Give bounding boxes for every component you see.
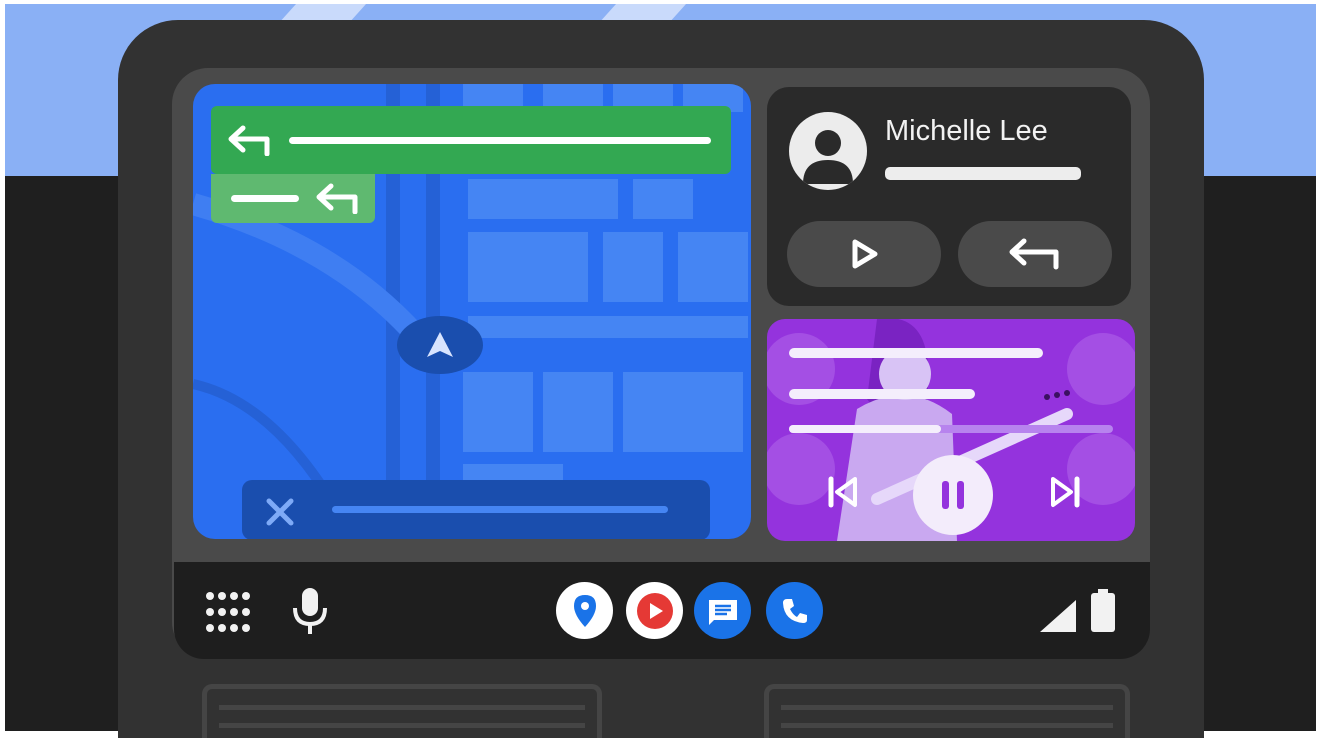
youtube-music-app-button[interactable] [626, 582, 683, 639]
next-maneuver-line [231, 195, 299, 202]
current-location-marker [397, 316, 483, 374]
contact-name: Michelle Lee [885, 115, 1048, 147]
skip-next-icon[interactable] [1049, 475, 1083, 509]
maneuver-card[interactable] [211, 106, 731, 174]
close-x-icon[interactable] [264, 496, 296, 528]
microphone-icon[interactable] [290, 586, 330, 638]
media-player-card[interactable] [767, 319, 1135, 541]
contact-card[interactable]: Michelle Lee [767, 87, 1131, 306]
reply-button[interactable] [958, 221, 1112, 287]
air-vent-left [202, 684, 602, 738]
air-vent-right [764, 684, 1130, 738]
play-message-button[interactable] [787, 221, 941, 287]
signal-icon [1040, 600, 1076, 632]
phone-app-button[interactable] [766, 582, 823, 639]
maps-app-button[interactable] [556, 582, 613, 639]
play-icon [852, 239, 878, 269]
navigation-arrow-icon [427, 332, 453, 357]
android-auto-scene: Michelle Lee [0, 0, 1330, 738]
track-artist-line [789, 389, 975, 399]
playback-progress-fill [789, 425, 941, 433]
turn-left-arrow-icon [228, 125, 270, 156]
map-view[interactable] [193, 84, 751, 539]
trip-progress-line [332, 506, 668, 513]
messages-app-button[interactable] [694, 582, 751, 639]
map-pin-icon [573, 594, 596, 627]
pause-icon [942, 481, 964, 509]
navigation-status-bar[interactable] [242, 480, 710, 539]
taskbar [174, 562, 1150, 659]
skip-previous-icon[interactable] [825, 475, 859, 509]
app-grid-icon[interactable] [204, 590, 250, 634]
reply-arrow-icon [1009, 238, 1059, 270]
turn-left-arrow-icon [316, 183, 358, 214]
track-title-line [789, 348, 1043, 358]
play-circle-icon [636, 592, 673, 629]
maneuver-instruction-line [289, 137, 711, 144]
play-pause-button[interactable] [913, 455, 993, 535]
person-avatar-icon [789, 112, 867, 190]
message-icon [708, 599, 737, 625]
next-maneuver-card [211, 174, 375, 223]
battery-icon [1091, 589, 1115, 632]
contact-detail-line [885, 167, 1081, 180]
phone-icon [782, 598, 807, 623]
